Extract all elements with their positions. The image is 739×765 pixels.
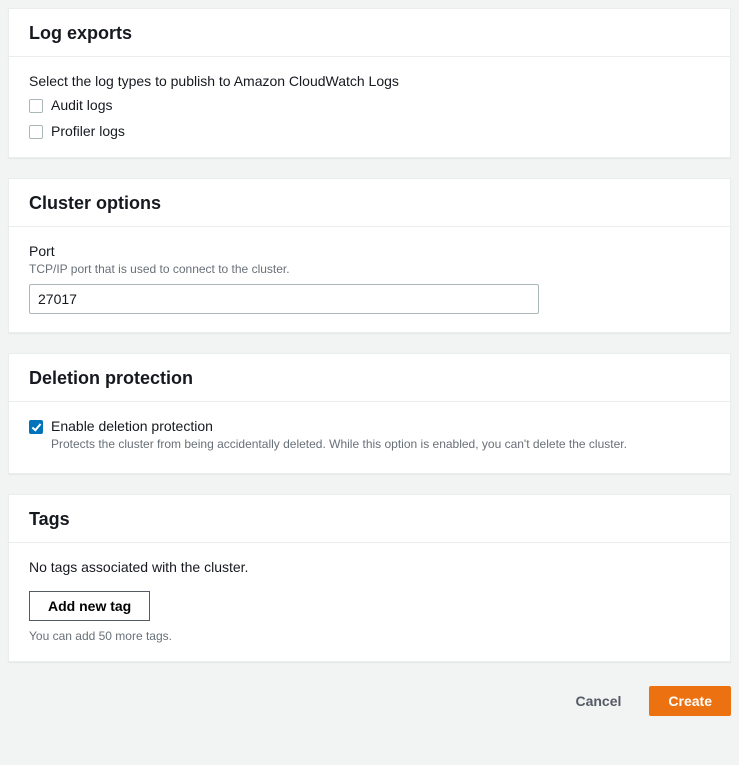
tags-hint: You can add 50 more tags. (29, 629, 710, 643)
audit-logs-row: Audit logs (29, 97, 710, 113)
create-button[interactable]: Create (649, 686, 731, 716)
audit-logs-checkbox[interactable] (29, 99, 43, 113)
cancel-button[interactable]: Cancel (557, 686, 639, 716)
log-exports-description: Select the log types to publish to Amazo… (29, 73, 710, 89)
enable-deletion-row: Enable deletion protection (29, 418, 710, 434)
tags-header: Tags (9, 495, 730, 543)
deletion-protection-header: Deletion protection (9, 354, 730, 402)
cluster-options-title: Cluster options (29, 193, 710, 214)
tags-body: No tags associated with the cluster. Add… (9, 543, 730, 661)
port-input[interactable] (29, 284, 539, 314)
port-hint: TCP/IP port that is used to connect to t… (29, 261, 710, 278)
log-exports-panel: Log exports Select the log types to publ… (8, 8, 731, 158)
enable-deletion-label: Enable deletion protection (51, 418, 213, 434)
tags-panel: Tags No tags associated with the cluster… (8, 494, 731, 662)
cluster-options-panel: Cluster options Port TCP/IP port that is… (8, 178, 731, 333)
log-exports-header: Log exports (9, 9, 730, 57)
add-new-tag-button[interactable]: Add new tag (29, 591, 150, 621)
audit-logs-label: Audit logs (51, 97, 112, 113)
cluster-options-header: Cluster options (9, 179, 730, 227)
enable-deletion-hint: Protects the cluster from being accident… (51, 436, 710, 453)
cluster-options-body: Port TCP/IP port that is used to connect… (9, 227, 730, 332)
port-label: Port (29, 243, 710, 259)
deletion-protection-panel: Deletion protection Enable deletion prot… (8, 353, 731, 474)
deletion-protection-title: Deletion protection (29, 368, 710, 389)
footer-actions: Cancel Create (8, 682, 731, 724)
profiler-logs-label: Profiler logs (51, 123, 125, 139)
log-exports-title: Log exports (29, 23, 710, 44)
log-exports-body: Select the log types to publish to Amazo… (9, 57, 730, 157)
tags-empty-text: No tags associated with the cluster. (29, 559, 710, 575)
tags-title: Tags (29, 509, 710, 530)
deletion-protection-body: Enable deletion protection Protects the … (9, 402, 730, 473)
profiler-logs-checkbox[interactable] (29, 125, 43, 139)
profiler-logs-row: Profiler logs (29, 123, 710, 139)
enable-deletion-checkbox[interactable] (29, 420, 43, 434)
